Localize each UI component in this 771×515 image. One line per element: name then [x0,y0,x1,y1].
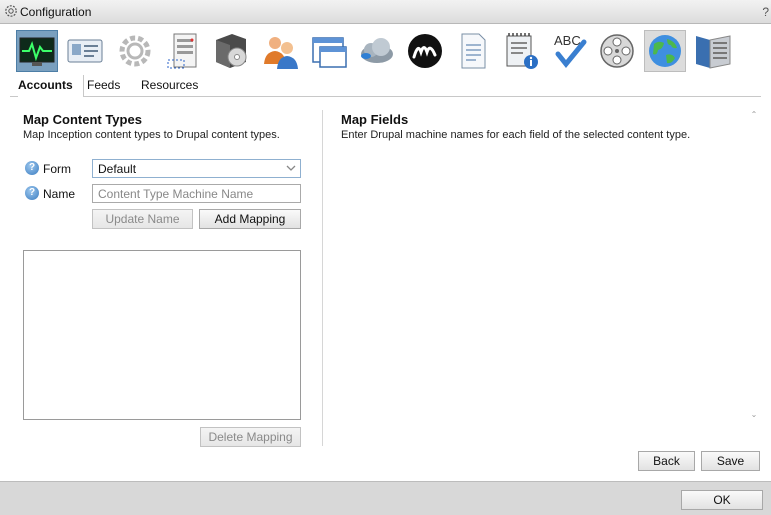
fields-scrollbar[interactable]: ⌃ ⌄ [749,110,759,420]
mapping-list[interactable] [23,250,301,420]
settings-gear-icon [5,5,17,17]
id-card-icon[interactable] [64,30,106,72]
icon-toolbar: ABC [10,28,761,74]
scroll-up-icon[interactable]: ⌃ [749,110,759,120]
notepad-info-icon[interactable] [500,30,542,72]
title-bar: Configuration ? [0,0,771,24]
tab-bar: Accounts Feeds Resources [10,75,761,97]
globe-icon[interactable] [644,30,686,72]
tab-accounts[interactable]: Accounts [18,75,84,97]
chevron-down-icon [286,165,296,171]
form-help-icon[interactable]: ? [25,161,39,175]
server-list-icon[interactable] [162,30,204,72]
main-panel: Map Content Types Map Inception content … [10,98,761,474]
scroll-down-icon[interactable]: ⌄ [749,410,759,420]
m-logo-icon[interactable] [404,30,446,72]
window-title: Configuration [20,5,92,19]
network-server-icon[interactable] [692,30,734,72]
back-button[interactable]: Back [638,451,695,471]
users-icon[interactable] [260,30,302,72]
tab-resources[interactable]: Resources [141,75,198,97]
panel-divider [322,110,323,446]
delete-mapping-button[interactable]: Delete Mapping [200,427,301,447]
gear-icon[interactable] [114,30,156,72]
add-mapping-button[interactable]: Add Mapping [199,209,301,229]
spellcheck-icon[interactable]: ABC [548,30,590,72]
software-box-icon[interactable] [210,30,252,72]
name-input[interactable] [92,184,301,203]
update-name-button[interactable]: Update Name [92,209,193,229]
map-content-types-title: Map Content Types [23,112,142,127]
map-fields-subtitle: Enter Drupal machine names for each fiel… [341,129,691,141]
film-reel-icon[interactable] [596,30,638,72]
ok-button[interactable]: OK [681,490,763,510]
window-icon[interactable] [308,30,350,72]
form-select-value: Default [98,162,137,176]
form-select[interactable]: Default [92,159,301,178]
map-content-types-subtitle: Map Inception content types to Drupal co… [23,129,280,141]
monitor-icon[interactable] [16,30,58,72]
form-label: Form [43,162,71,176]
help-button[interactable]: ? [762,5,769,19]
name-help-icon[interactable]: ? [25,186,39,200]
name-label: Name [43,187,76,201]
footer-bar: OK [0,481,771,515]
map-fields-title: Map Fields [341,112,409,127]
svg-text:ABC: ABC [554,33,581,48]
tab-feeds[interactable]: Feeds [87,75,120,97]
save-button[interactable]: Save [701,451,760,471]
cloud-icon[interactable] [356,30,398,72]
document-icon[interactable] [452,30,494,72]
